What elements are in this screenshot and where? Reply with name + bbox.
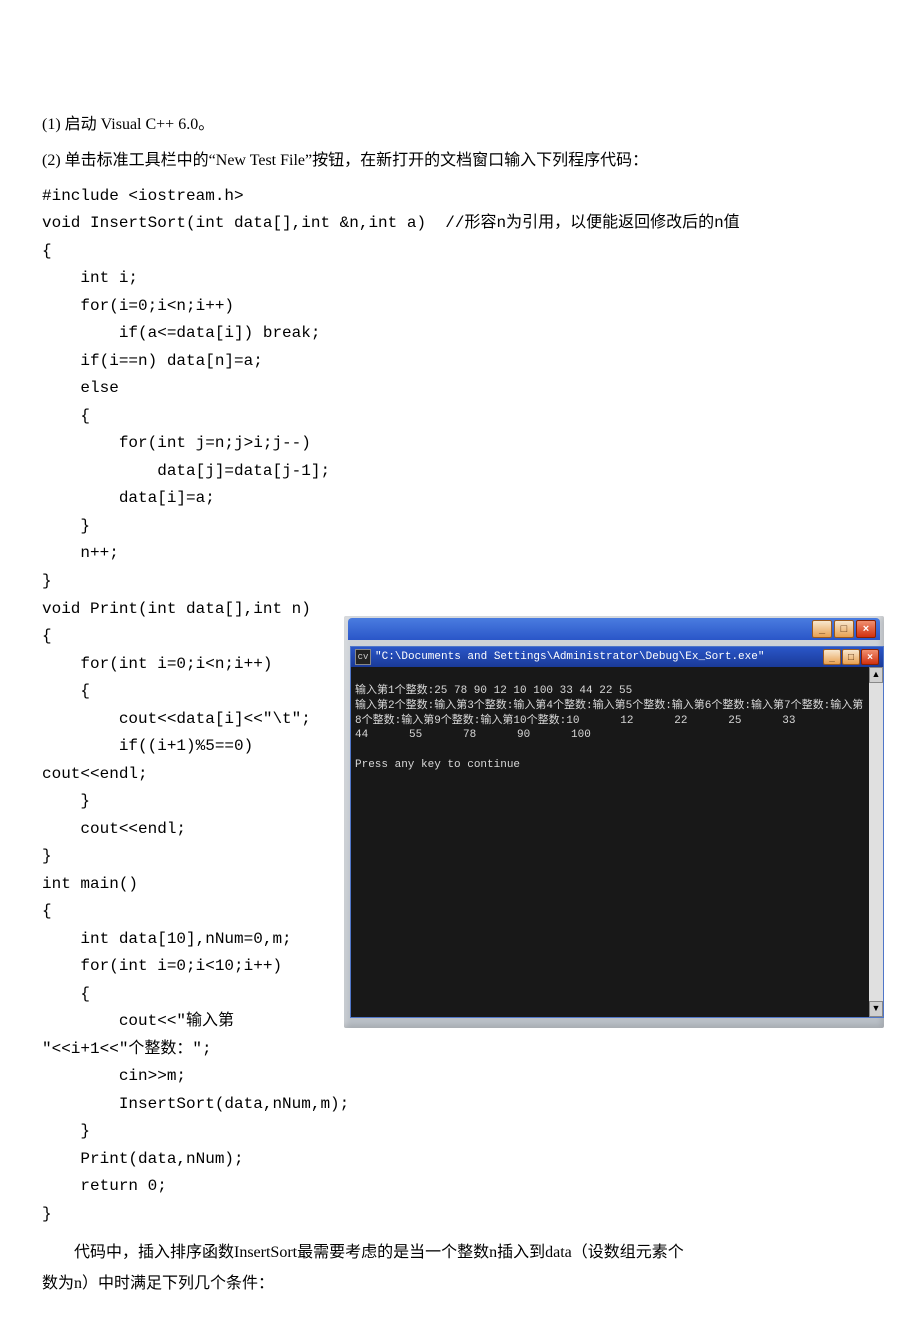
scrollbar[interactable]: ▲ ▼ — [869, 667, 883, 1017]
explanation-line-1: 代码中，插入排序函数InsertSort最需要考虑的是当一个整数n插入到data… — [42, 1238, 878, 1268]
explanation-line-2: 数为n）中时满足下列几个条件： — [42, 1269, 878, 1299]
scroll-down-icon[interactable]: ▼ — [869, 1001, 883, 1017]
inner-maximize-button[interactable]: □ — [842, 649, 860, 665]
scroll-up-icon[interactable]: ▲ — [869, 667, 883, 683]
out-num: 25 — [728, 714, 782, 729]
step-2-prefix: (2) 单击标准工具栏中的“ — [42, 152, 216, 169]
cmd-icon: cv — [355, 649, 371, 665]
step-1-prefix: (1) 启动 — [42, 116, 101, 133]
terminal-output: 输入第1个整数:25 78 90 12 10 100 33 44 22 55 输… — [351, 667, 869, 1017]
inner-titlebar: cv "C:\Documents and Settings\Administra… — [351, 647, 883, 667]
out-num: 90 — [517, 728, 571, 743]
minimize-button[interactable]: _ — [812, 620, 832, 638]
window-title: "C:\Documents and Settings\Administrator… — [375, 651, 819, 663]
screenshot-console: _ □ × ↖ cv "C:\Documents and Settings\Ad… — [344, 616, 884, 1028]
out-num: 12 — [620, 714, 674, 729]
close-button[interactable]: × — [856, 620, 876, 638]
outer-titlebar: _ □ × — [348, 618, 880, 640]
out-num: 44 — [355, 728, 409, 743]
step-1-roman: Visual C++ 6.0 — [101, 116, 199, 133]
console-window: cv "C:\Documents and Settings\Administra… — [350, 646, 884, 1018]
out-num: 100 — [571, 728, 625, 743]
scroll-track[interactable] — [869, 683, 883, 1001]
step-1: (1) 启动 Visual C++ 6.0。 — [42, 110, 878, 140]
inner-close-button[interactable]: × — [861, 649, 879, 665]
step-2: (2) 单击标准工具栏中的“New Test File”按钮，在新打开的文档窗口… — [42, 146, 878, 176]
inner-minimize-button[interactable]: _ — [823, 649, 841, 665]
maximize-button[interactable]: □ — [834, 620, 854, 638]
step-1-suffix: 。 — [198, 116, 214, 133]
out-num: 22 — [674, 714, 728, 729]
term-press-key: Press any key to continue — [355, 759, 520, 771]
out-num: 10 — [566, 714, 620, 729]
step-2-roman: New Test File — [216, 152, 305, 169]
out-num: 33 — [782, 714, 836, 729]
step-2-suffix: ”按钮，在新打开的文档窗口输入下列程序代码： — [305, 152, 648, 169]
out-num: 55 — [409, 728, 463, 743]
term-line-1: 输入第1个整数:25 78 90 12 10 100 33 44 22 55 — [355, 685, 632, 697]
out-num: 78 — [463, 728, 517, 743]
